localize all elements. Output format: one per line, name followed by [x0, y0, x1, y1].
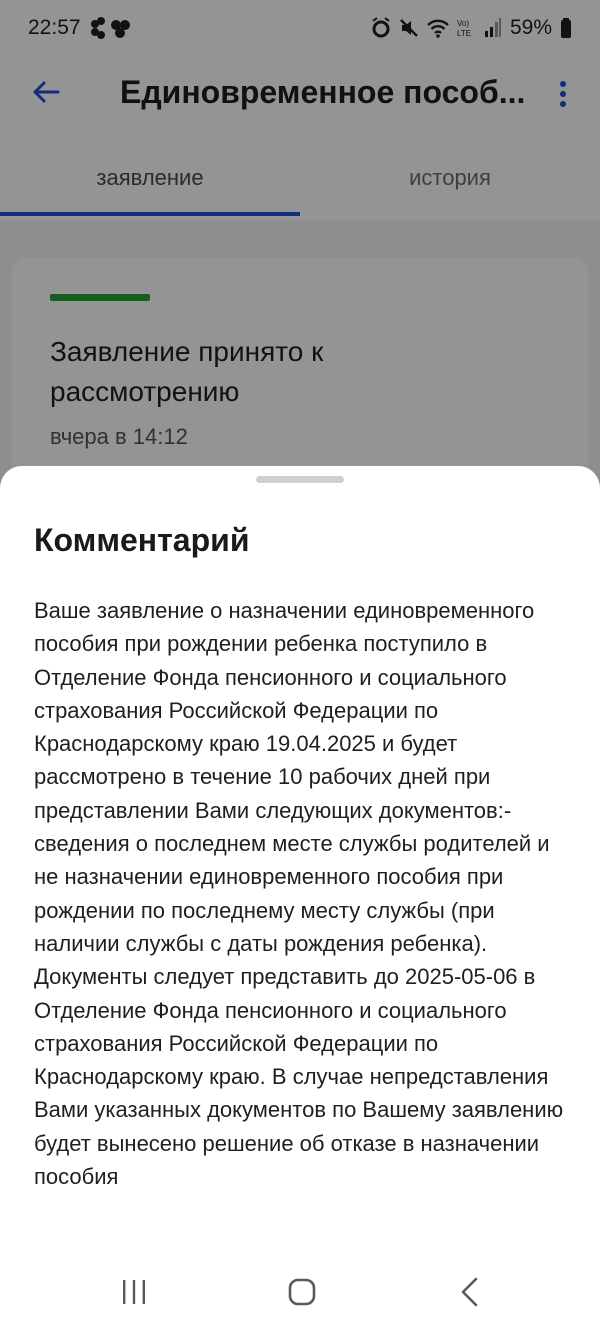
- drag-handle[interactable]: [256, 476, 344, 483]
- recent-apps-button[interactable]: [104, 1272, 164, 1312]
- system-back-button[interactable]: [440, 1272, 500, 1312]
- screen: 22:57 Vo) LTE 59% Единовременное пособ..…: [0, 0, 600, 1332]
- system-nav-bar: [0, 1252, 600, 1332]
- back-icon: [461, 1277, 478, 1307]
- comment-text: Ваше заявление о назначении единовременн…: [34, 598, 564, 1190]
- recent-apps-icon: [123, 1280, 145, 1304]
- home-icon: [288, 1278, 316, 1306]
- comment-bottom-sheet: Комментарий Ваше заявление о назначении …: [0, 466, 600, 1332]
- sheet-title: Комментарий: [34, 522, 250, 558]
- home-button[interactable]: [272, 1272, 332, 1312]
